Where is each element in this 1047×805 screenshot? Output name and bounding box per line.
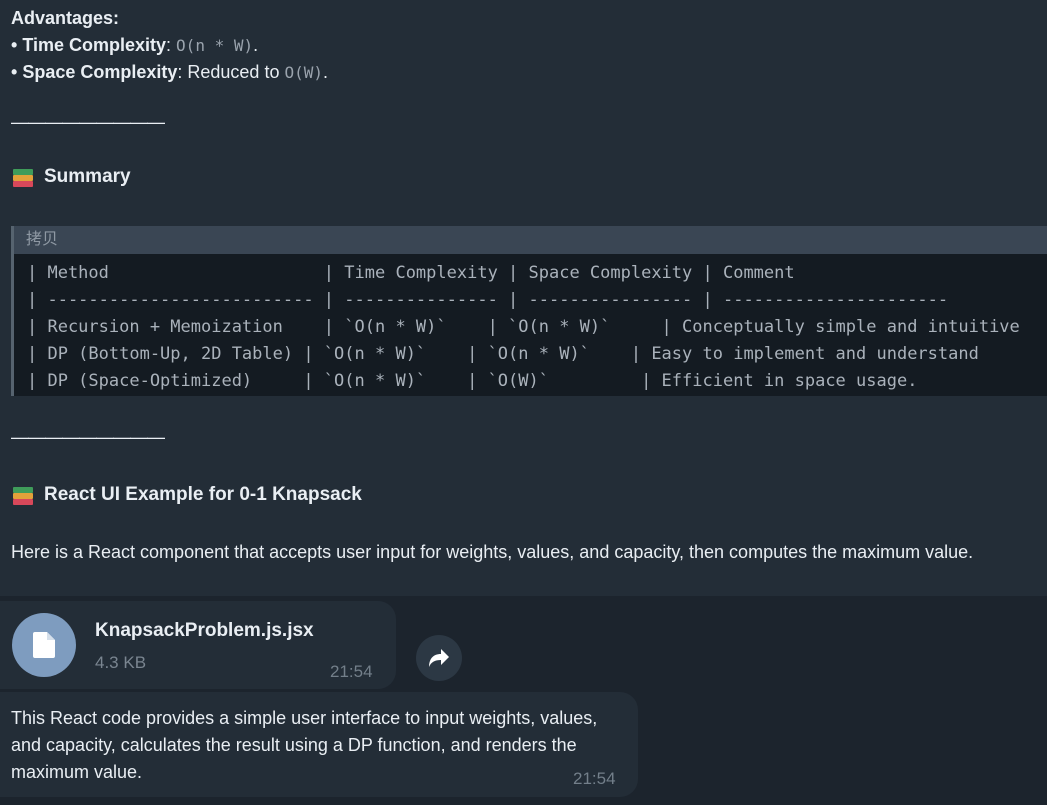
divider: ————————— [11,427,165,447]
space-complexity-prefix: Reduced to [187,62,280,82]
space-complexity-value: O(W) [284,63,324,82]
code-content: | Method | Time Complexity | Space Compl… [14,254,1047,395]
file-name[interactable]: KnapsackProblem.js.jsx [95,620,314,642]
react-section-heading: React UI Example for 0-1 Knapsack [11,484,362,506]
code-line: | DP (Space-Optimized) | `O(n * W)` | `O… [27,371,918,391]
message-time: 21:54 [330,662,373,681]
books-icon [11,484,35,506]
time-complexity-value: O(n * W) [176,36,254,55]
code-line: | -------------------------- | ---------… [27,290,949,310]
code-line: | Method | Time Complexity | Space Compl… [27,263,795,283]
time-complexity-line: • Time Complexity: O(n * W). [11,35,259,55]
copy-button[interactable]: 拷贝 [14,226,1047,254]
space-complexity-label: Space Complexity [22,62,178,82]
file-message[interactable]: KnapsackProblem.js.jsx 4.3 KB 21:54 [0,601,396,689]
code-block: 拷贝 | Method | Time Complexity | Space Co… [11,226,1047,396]
summary-heading-text: Summary [44,166,131,187]
code-line: | Recursion + Memoization | `O(n * W)` |… [27,317,1020,337]
forward-button[interactable] [416,635,462,681]
assistant-message: Advantages: • Time Complexity: O(n * W).… [0,0,1047,596]
time-complexity-label: Time Complexity [22,35,167,55]
space-complexity-line: • Space Complexity: Reduced to O(W). [11,62,329,82]
forward-arrow-icon [429,649,449,667]
file-size: 4.3 KB [95,653,147,672]
code-line: | DP (Bottom-Up, 2D Table) | `O(n * W)` … [27,344,979,364]
react-section-intro: Here is a React component that accepts u… [11,542,974,562]
advantages-heading: Advantages: [11,8,120,28]
message-text: This React code provides a simple user i… [11,708,598,782]
summary-heading: Summary [11,166,131,188]
message-time: 21:54 [573,769,616,788]
text-message: This React code provides a simple user i… [0,692,638,797]
react-section-heading-text: React UI Example for 0-1 Knapsack [44,484,362,505]
books-icon [11,166,35,188]
document-icon[interactable] [12,613,76,677]
divider: ————————— [11,112,165,132]
